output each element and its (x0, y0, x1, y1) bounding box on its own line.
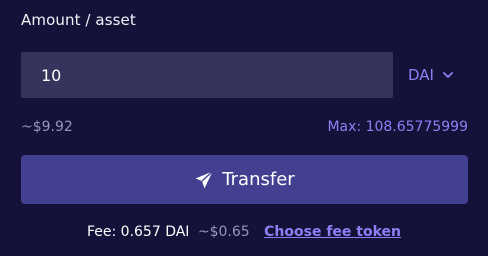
amount-input[interactable] (21, 52, 393, 98)
chevron-down-icon (442, 69, 454, 81)
fee-amount: Fee: 0.657 DAI (86, 224, 190, 240)
paper-plane-icon (194, 170, 214, 190)
max-amount-link[interactable]: Max: 108.65775999 (327, 119, 468, 135)
fee-usd-estimate: ~$0.65 (197, 224, 250, 240)
usd-estimate: ~$9.92 (21, 119, 73, 135)
transfer-button[interactable]: Transfer (21, 155, 468, 204)
choose-fee-token-link[interactable]: Choose fee token (264, 224, 401, 240)
amount-asset-label: Amount / asset (21, 11, 136, 29)
fee-row: Fee: 0.657 DAI ~$0.65 Choose fee token (0, 224, 488, 240)
asset-selected-label: DAI (408, 66, 434, 84)
asset-select[interactable]: DAI (402, 52, 472, 98)
transfer-button-label: Transfer (222, 169, 295, 190)
